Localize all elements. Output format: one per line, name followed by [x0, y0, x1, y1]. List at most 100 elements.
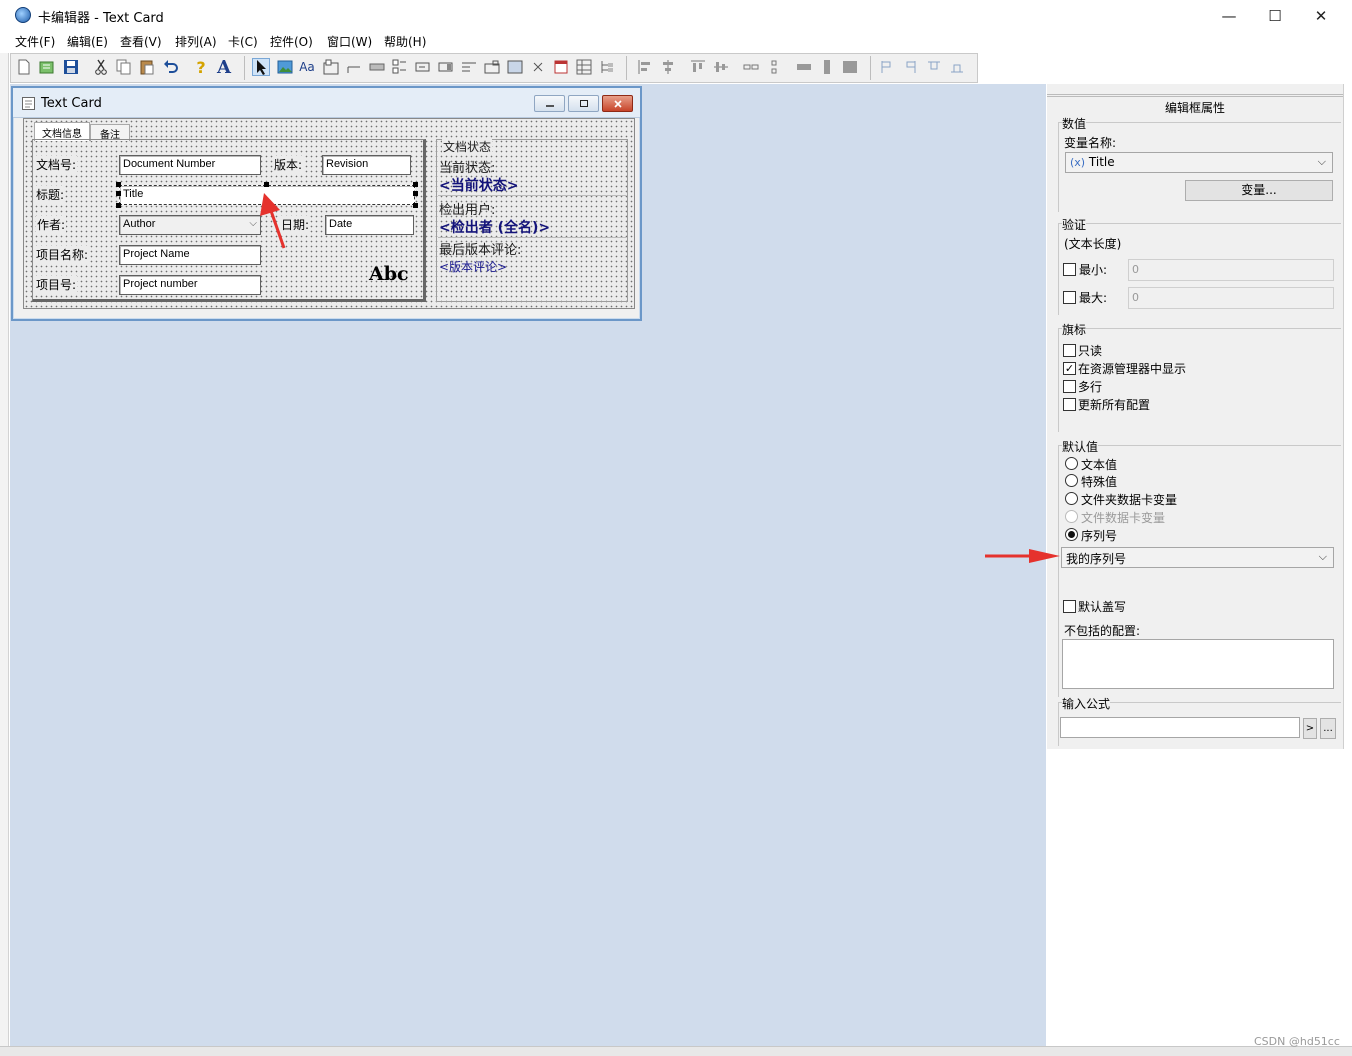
special-value-radio[interactable] — [1065, 474, 1078, 487]
checkbox-icon[interactable] — [391, 58, 409, 76]
selection-handle[interactable] — [413, 191, 418, 196]
flag-left-icon[interactable] — [878, 58, 896, 76]
same-width-icon[interactable] — [795, 58, 813, 76]
card-design-surface[interactable]: 文档信息 备注 文档号: Document Number 版本: Revisio… — [23, 118, 635, 309]
minimize-button[interactable]: — — [1206, 0, 1252, 31]
status-bar — [0, 1046, 1352, 1056]
title-label: 标题: — [35, 186, 66, 203]
flag-right-icon[interactable] — [902, 58, 920, 76]
close-button[interactable]: ✕ — [1298, 0, 1344, 31]
readonly-checkbox[interactable] — [1063, 344, 1076, 357]
excluded-configs-list[interactable] — [1062, 639, 1334, 689]
copy-icon[interactable] — [115, 58, 133, 76]
multiline-checkbox[interactable] — [1063, 380, 1076, 393]
left-edge — [0, 53, 9, 1056]
date-field[interactable]: Date — [325, 215, 414, 235]
pointer-icon[interactable] — [252, 58, 270, 76]
grid-icon[interactable] — [575, 58, 593, 76]
folder-card-var-radio[interactable] — [1065, 492, 1078, 505]
card-close-button[interactable] — [602, 95, 633, 112]
align-left-icon[interactable] — [636, 58, 654, 76]
card-minimize-button[interactable] — [534, 95, 565, 112]
x-icon[interactable] — [529, 58, 547, 76]
max-input[interactable]: 0 — [1128, 287, 1334, 309]
radio-icon[interactable] — [414, 58, 432, 76]
selection-handle[interactable] — [264, 182, 269, 187]
chevron-down-icon[interactable]: ⌵ — [1319, 550, 1327, 564]
update-all-configs-checkbox[interactable] — [1063, 398, 1076, 411]
maximize-button[interactable]: ☐ — [1252, 0, 1298, 31]
help-icon[interactable]: ? — [192, 58, 210, 77]
chevron-down-icon[interactable]: ⌵ — [249, 218, 257, 229]
app-icon — [15, 7, 31, 23]
folder-card-var-label: 文件夹数据卡变量 — [1081, 493, 1178, 507]
selection-handle[interactable] — [116, 203, 121, 208]
same-size-icon[interactable] — [841, 58, 859, 76]
selection-handle[interactable] — [413, 203, 418, 208]
spacing-icon[interactable] — [765, 58, 783, 76]
serial-number-combo[interactable]: 我的序列号 ⌵ — [1061, 547, 1334, 568]
flag-bottom-icon[interactable] — [948, 58, 966, 76]
show-in-explorer-checkbox[interactable]: ✓ — [1063, 362, 1076, 375]
menu-arrange[interactable]: 排列(A) — [175, 33, 217, 50]
project-name-field[interactable]: Project Name — [119, 245, 261, 265]
min-checkbox[interactable] — [1063, 263, 1076, 276]
open-icon[interactable] — [38, 58, 56, 76]
formula-insert-button[interactable]: > — [1303, 718, 1317, 739]
menu-edit[interactable]: 编辑(E) — [67, 33, 108, 50]
formula-input[interactable] — [1060, 717, 1300, 738]
author-combo[interactable]: Author ⌵ — [119, 215, 261, 235]
project-name-label: 项目名称: — [35, 246, 90, 263]
paste-icon[interactable] — [138, 58, 156, 76]
text-value-radio[interactable] — [1065, 457, 1078, 470]
save-icon[interactable] — [62, 58, 80, 76]
flags-group-title: 旗标 — [1062, 321, 1087, 338]
chevron-down-icon[interactable]: ⌵ — [1318, 155, 1326, 169]
serial-number-radio[interactable] — [1065, 528, 1078, 541]
combo-icon[interactable] — [437, 58, 455, 76]
panel-icon[interactable] — [506, 58, 524, 76]
menu-view[interactable]: 查看(V) — [120, 33, 162, 50]
align-center-icon[interactable] — [659, 58, 677, 76]
menu-controls[interactable]: 控件(O) — [270, 33, 313, 50]
edit-box-icon[interactable] — [368, 58, 386, 76]
selection-handle[interactable] — [116, 191, 121, 196]
line-icon[interactable] — [345, 58, 363, 76]
label-icon[interactable]: Aa — [298, 58, 316, 76]
tree-icon[interactable] — [598, 58, 616, 76]
same-height-icon[interactable] — [818, 58, 836, 76]
align-top-icon[interactable] — [689, 58, 707, 76]
min-input[interactable]: 0 — [1128, 259, 1334, 281]
annotation-arrow-icon — [260, 193, 286, 249]
align-middle-icon[interactable] — [712, 58, 730, 76]
formula-browse-button[interactable]: ... — [1320, 718, 1336, 739]
cut-icon[interactable] — [92, 58, 110, 76]
doc-number-field[interactable]: Document Number — [119, 155, 261, 175]
list-icon[interactable] — [460, 58, 478, 76]
selection-handle[interactable] — [116, 182, 121, 187]
tab-icon[interactable] — [483, 58, 501, 76]
menu-window[interactable]: 窗口(W) — [327, 33, 372, 50]
image-icon[interactable] — [276, 58, 294, 76]
font-icon[interactable]: A — [215, 57, 233, 78]
card-restore-button[interactable] — [568, 95, 599, 112]
project-number-field[interactable]: Project number — [119, 275, 261, 295]
variables-button[interactable]: 变量... — [1185, 180, 1333, 201]
link-icon[interactable] — [742, 58, 760, 76]
abc-label-control[interactable]: Abc — [369, 263, 409, 285]
default-overwrite-checkbox[interactable] — [1063, 600, 1076, 613]
var-name-combo[interactable]: (x) Title ⌵ — [1065, 152, 1333, 173]
selection-handle[interactable] — [413, 182, 418, 187]
menu-card[interactable]: 卡(C) — [228, 33, 258, 50]
max-checkbox[interactable] — [1063, 291, 1076, 304]
menu-file[interactable]: 文件(F) — [15, 33, 55, 50]
undo-icon[interactable] — [162, 58, 180, 76]
menu-help[interactable]: 帮助(H) — [384, 33, 426, 50]
date-icon[interactable] — [552, 58, 570, 76]
new-icon[interactable] — [15, 58, 33, 76]
flag-top-icon[interactable] — [925, 58, 943, 76]
card-window[interactable]: Text Card 文档信息 备注 文档号: Document Number 版… — [11, 86, 642, 321]
frame-icon[interactable] — [322, 58, 340, 76]
status-heading: 文档状态 — [442, 138, 493, 155]
revision-field[interactable]: Revision — [322, 155, 411, 175]
